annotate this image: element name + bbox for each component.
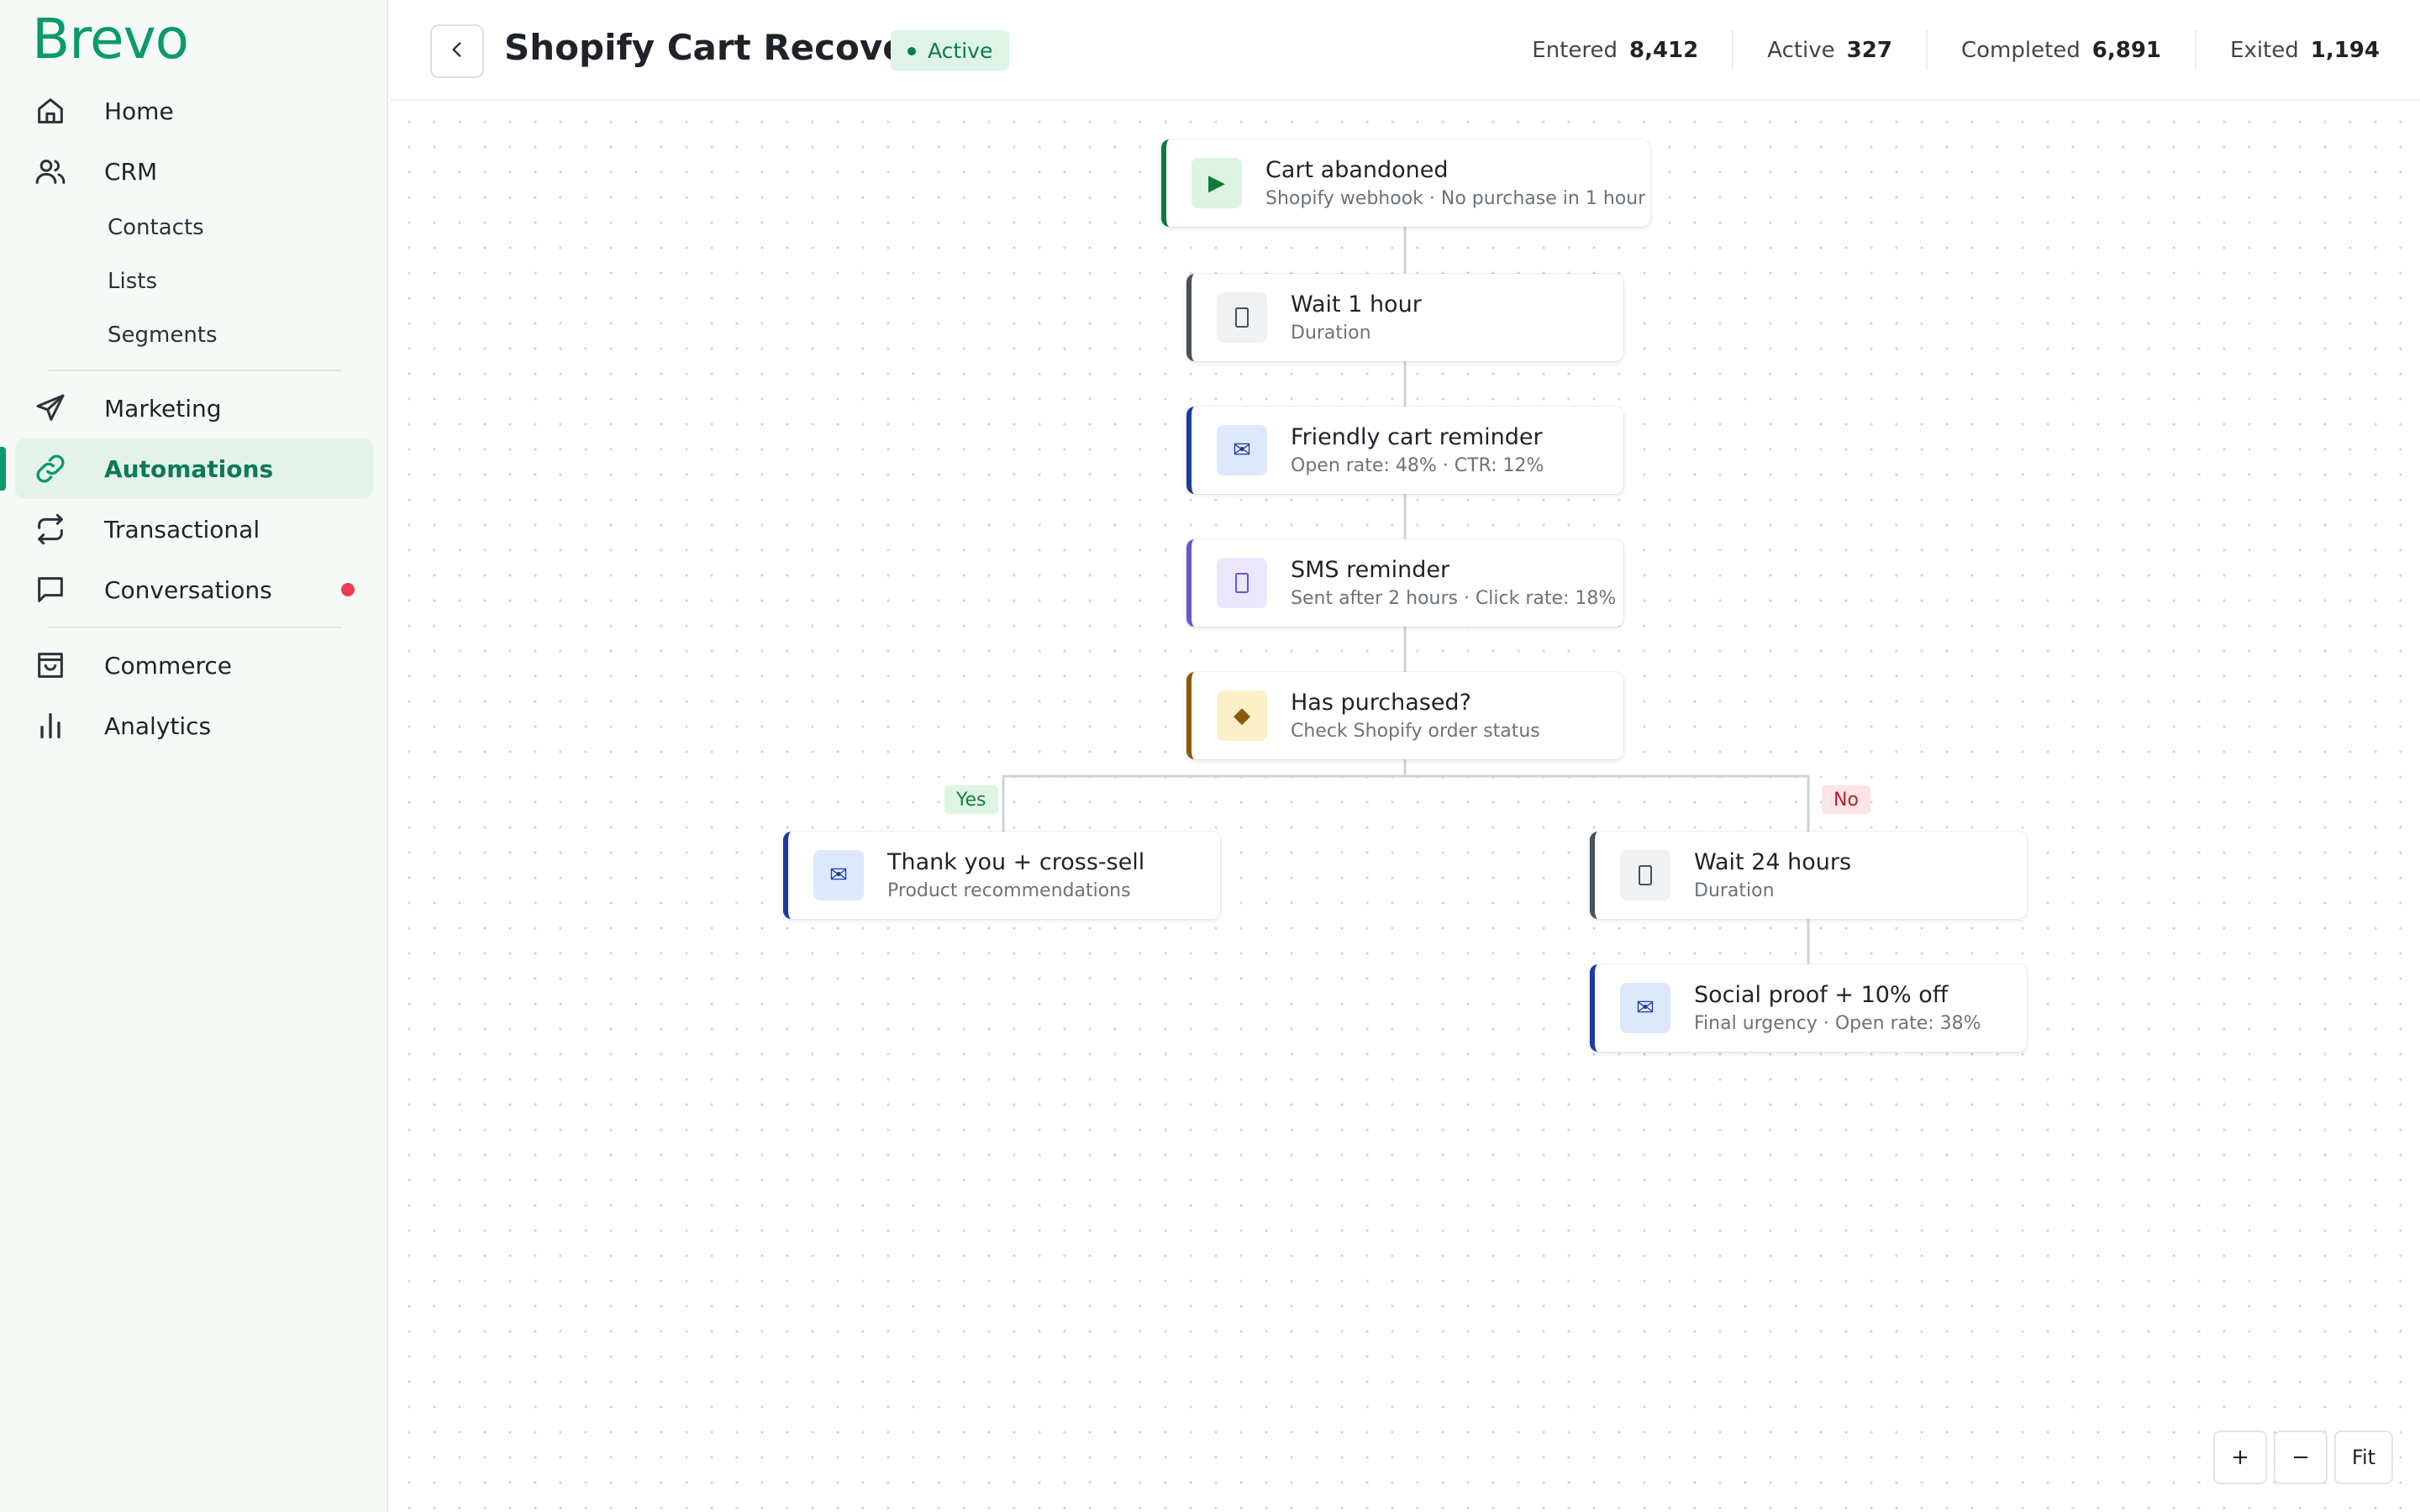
sidebar-item-label: Marketing bbox=[104, 394, 222, 423]
link-icon bbox=[32, 450, 69, 487]
node-title: Thank you + cross-sell bbox=[887, 849, 1145, 875]
shopping-bag-icon bbox=[32, 647, 69, 684]
sidebar-item-label: Transactional bbox=[104, 515, 260, 543]
sidebar-item-label: Home bbox=[104, 97, 174, 125]
stat-completed: Completed 6,891 bbox=[1925, 30, 2195, 71]
back-button[interactable] bbox=[430, 24, 484, 78]
sidebar-item-label: Commerce bbox=[104, 651, 232, 680]
brevo-logo[interactable]: Brevo bbox=[32, 7, 189, 71]
sidebar-item-home[interactable]: Home bbox=[15, 81, 373, 141]
node-subtitle: Duration bbox=[1291, 323, 1371, 344]
users-icon bbox=[32, 153, 69, 190]
sidebar-subitem-lists[interactable]: Lists bbox=[108, 269, 157, 294]
stat-exited: Exited 1,194 bbox=[2195, 30, 2380, 71]
branch-label-no: No bbox=[1822, 785, 1870, 814]
stat-label: Active bbox=[1767, 38, 1835, 63]
sidebar-item-transactional[interactable]: Transactional bbox=[15, 499, 373, 559]
zoom-out-button[interactable]: − bbox=[2274, 1431, 2328, 1484]
sidebar-item-conversations[interactable]: Conversations bbox=[15, 559, 373, 620]
workflow-node-email[interactable]: ✉ Thank you + cross-sell Product recomme… bbox=[783, 832, 1220, 919]
workflow-stats: Entered 8,412 Active 327 Completed 6,891… bbox=[1498, 30, 2380, 71]
hourglass-icon bbox=[1217, 292, 1267, 343]
sidebar-item-label: Automations bbox=[104, 454, 274, 483]
diamond-icon: ◆ bbox=[1217, 690, 1267, 741]
hourglass-icon bbox=[1620, 850, 1670, 900]
stat-label: Completed bbox=[1960, 38, 2081, 63]
sidebar-item-label: Conversations bbox=[104, 575, 272, 604]
sidebar-divider bbox=[49, 370, 341, 371]
sidebar-item-label: CRM bbox=[104, 157, 158, 186]
workflow-header: Shopify Cart Recovery Active Entered 8,4… bbox=[390, 0, 2420, 101]
node-title: Wait 24 hours bbox=[1694, 849, 1852, 875]
workflow-node-condition[interactable]: ◆ Has purchased? Check Shopify order sta… bbox=[1186, 672, 1623, 759]
zoom-in-button[interactable]: + bbox=[2213, 1431, 2267, 1484]
node-subtitle: Product recommendations bbox=[887, 880, 1131, 901]
node-title: Has purchased? bbox=[1291, 690, 1471, 716]
stat-value: 6,891 bbox=[2091, 38, 2162, 63]
workflow-node-wait[interactable]: Wait 1 hour Duration bbox=[1186, 274, 1623, 361]
send-icon bbox=[32, 390, 69, 427]
node-subtitle: Shopify webhook · No purchase in 1 hour bbox=[1265, 188, 1646, 209]
node-subtitle: Duration bbox=[1694, 880, 1775, 901]
envelope-icon: ✉ bbox=[1217, 425, 1267, 475]
node-subtitle: Final urgency · Open rate: 38% bbox=[1694, 1013, 1981, 1034]
workflow-node-trigger[interactable]: ▶ Cart abandoned Shopify webhook · No pu… bbox=[1161, 139, 1650, 227]
bar-chart-icon bbox=[32, 707, 69, 744]
node-subtitle: Check Shopify order status bbox=[1291, 721, 1540, 742]
stat-label: Exited bbox=[2230, 38, 2299, 63]
node-title: Cart abandoned bbox=[1265, 157, 1449, 183]
workflow-node-sms[interactable]: SMS reminder Sent after 2 hours · Click … bbox=[1186, 539, 1623, 627]
phone-icon bbox=[1217, 558, 1267, 608]
workflow-node-email[interactable]: ✉ Friendly cart reminder Open rate: 48% … bbox=[1186, 407, 1623, 494]
page-title: Shopify Cart Recovery bbox=[504, 27, 947, 68]
notification-dot bbox=[341, 583, 355, 596]
sidebar-subitem-segments[interactable]: Segments bbox=[108, 323, 218, 348]
chat-icon bbox=[32, 571, 69, 608]
sidebar-item-marketing[interactable]: Marketing bbox=[15, 378, 373, 438]
stat-label: Entered bbox=[1532, 38, 1618, 63]
chevron-left-icon bbox=[446, 39, 468, 64]
status-badge: Active bbox=[891, 30, 1010, 71]
envelope-icon: ✉ bbox=[1620, 983, 1670, 1033]
node-title: SMS reminder bbox=[1291, 557, 1450, 583]
sidebar-subitem-contacts[interactable]: Contacts bbox=[108, 215, 204, 240]
sidebar-item-commerce[interactable]: Commerce bbox=[15, 635, 373, 696]
sidebar-item-crm[interactable]: CRM bbox=[15, 141, 373, 202]
sidebar-item-automations[interactable]: Automations bbox=[0, 438, 373, 499]
workflow-node-wait[interactable]: Wait 24 hours Duration bbox=[1590, 832, 2027, 919]
node-subtitle: Sent after 2 hours · Click rate: 18% bbox=[1291, 588, 1617, 609]
branch-label-yes: Yes bbox=[944, 785, 998, 814]
sidebar: Brevo Home CRM Contacts Lists Segments M… bbox=[0, 0, 388, 1512]
node-title: Wait 1 hour bbox=[1291, 291, 1422, 318]
workflow-node-email[interactable]: ✉ Social proof + 10% off Final urgency ·… bbox=[1590, 964, 2027, 1052]
stat-entered: Entered 8,412 bbox=[1498, 30, 1732, 71]
fit-view-button[interactable]: Fit bbox=[2334, 1431, 2393, 1484]
stat-value: 1,194 bbox=[2310, 38, 2380, 63]
stat-value: 8,412 bbox=[1628, 38, 1699, 63]
repeat-icon bbox=[32, 511, 69, 548]
envelope-icon: ✉ bbox=[813, 850, 864, 900]
home-icon bbox=[32, 92, 69, 129]
node-subtitle: Open rate: 48% · CTR: 12% bbox=[1291, 455, 1544, 476]
node-title: Social proof + 10% off bbox=[1694, 982, 1949, 1008]
stat-value: 327 bbox=[1846, 38, 1892, 63]
play-icon: ▶ bbox=[1192, 158, 1242, 208]
node-title: Friendly cart reminder bbox=[1291, 424, 1543, 450]
sidebar-divider bbox=[49, 627, 341, 628]
stat-active: Active 327 bbox=[1732, 30, 1926, 71]
sidebar-item-analytics[interactable]: Analytics bbox=[15, 696, 373, 756]
sidebar-item-label: Analytics bbox=[104, 711, 212, 740]
